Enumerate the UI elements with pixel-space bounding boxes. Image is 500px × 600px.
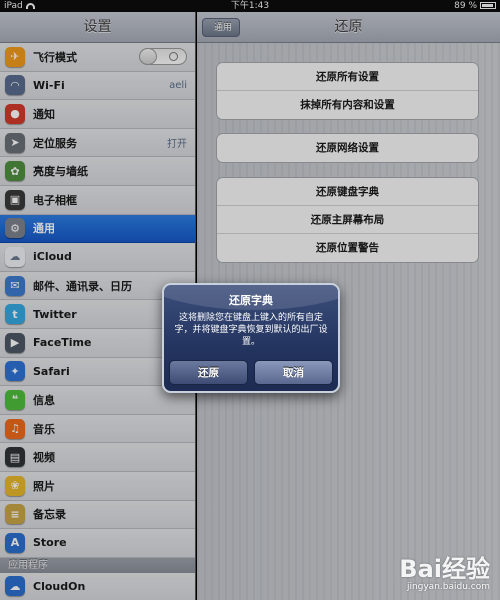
status-right: 89 % bbox=[454, 0, 496, 12]
watermark-url: jingyan.baidu.com bbox=[406, 582, 490, 592]
battery-percent: 89 % bbox=[454, 1, 477, 11]
alert-confirm-reset-button[interactable]: 还原 bbox=[169, 360, 248, 385]
alert-title: 还原字典 bbox=[229, 294, 273, 307]
alert-buttons: 还原 取消 bbox=[169, 360, 333, 385]
alert-message: 这将删除您在键盘上键入的所有自定字，并将键盘字典恢复到默认的出厂设置。 bbox=[174, 313, 328, 347]
watermark-logo: Bai经验 bbox=[399, 555, 490, 583]
battery-icon bbox=[480, 2, 496, 9]
reset-dictionary-alert: 还原字典 这将删除您在键盘上键入的所有自定字，并将键盘字典恢复到默认的出厂设置。… bbox=[162, 283, 340, 393]
baidu-jingyan-watermark: Bai经验 jingyan.baidu.com bbox=[399, 549, 490, 592]
status-bar: iPad 下午1:43 89 % bbox=[0, 0, 500, 12]
status-time: 下午1:43 bbox=[230, 1, 270, 11]
alert-cancel-button[interactable]: 取消 bbox=[254, 360, 333, 385]
